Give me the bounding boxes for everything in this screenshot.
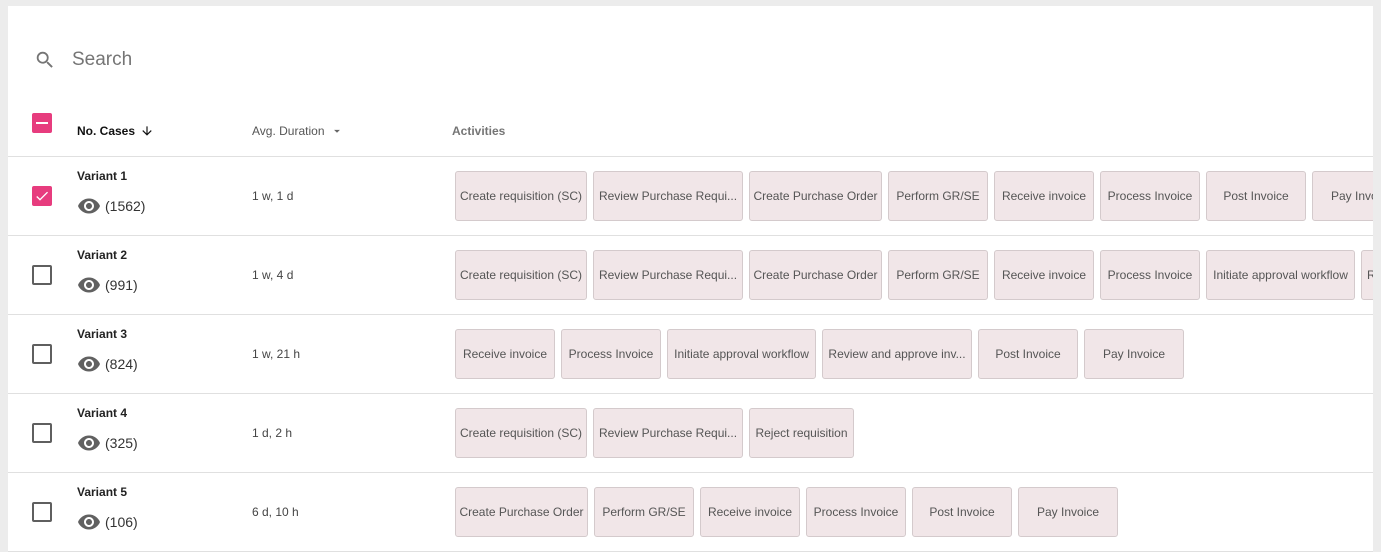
variant-name: Variant 1 (77, 169, 128, 183)
row-checkbox[interactable] (32, 423, 52, 443)
activity-chip[interactable]: Receive invoice (455, 329, 555, 379)
column-header-duration-label: Avg. Duration (252, 124, 325, 138)
column-header-activities-label: Activities (452, 124, 506, 138)
activity-chip[interactable]: Create Purchase Order (455, 487, 588, 537)
activity-chip[interactable]: Review and approve inv... (1361, 250, 1373, 300)
table-row[interactable]: Variant 1 (1562) 1 w, 1 d Create requisi… (8, 157, 1373, 236)
table-row[interactable]: Variant 4 (325) 1 d, 2 h Create requisit… (8, 394, 1373, 473)
column-header-activities: Activities (452, 124, 505, 138)
activity-chip[interactable]: Process Invoice (1100, 171, 1200, 221)
avg-duration: 1 w, 21 h (252, 347, 301, 361)
row-checkbox[interactable] (32, 502, 52, 522)
case-count: (991) (77, 273, 138, 297)
eye-icon[interactable] (77, 510, 101, 534)
activity-chip[interactable]: Review and approve inv... (822, 329, 972, 379)
activity-chip[interactable]: Perform GR/SE (594, 487, 694, 537)
case-count: (106) (77, 510, 138, 534)
activity-list: Create requisition (SC) Review Purchase … (455, 171, 1373, 221)
activity-chip[interactable]: Create Purchase Order (749, 171, 882, 221)
caret-down-icon (333, 129, 340, 133)
avg-duration: 1 w, 1 d (252, 189, 294, 203)
activity-chip[interactable]: Process Invoice (806, 487, 906, 537)
activity-chip[interactable]: Pay Invoice (1312, 171, 1373, 221)
activity-chip[interactable]: Post Invoice (978, 329, 1078, 379)
activity-chip[interactable]: Create Purchase Order (749, 250, 882, 300)
activity-chip[interactable]: Reject requisition (749, 408, 854, 458)
activity-chip[interactable]: Process Invoice (1100, 250, 1200, 300)
variant-name: Variant 2 (77, 248, 128, 262)
select-all-checkbox[interactable] (32, 113, 52, 133)
column-header-cases-label: No. Cases (77, 124, 136, 138)
activity-chip[interactable]: Create requisition (SC) (455, 408, 587, 458)
case-count-value: (824) (105, 356, 138, 372)
indeterminate-icon (36, 122, 48, 124)
activity-list: Create requisition (SC) Review Purchase … (455, 250, 1373, 300)
check-icon (36, 191, 48, 201)
row-checkbox[interactable] (32, 344, 52, 364)
table-header: No. Cases Avg. Duration Activities (8, 104, 1373, 157)
activity-chip[interactable]: Initiate approval workflow (667, 329, 816, 379)
activity-chip[interactable]: Review Purchase Requi... (593, 250, 743, 300)
activity-list: Create requisition (SC) Review Purchase … (455, 408, 854, 458)
activity-chip[interactable]: Initiate approval workflow (1206, 250, 1355, 300)
activity-list: Receive invoice Process Invoice Initiate… (455, 329, 1184, 379)
row-checkbox[interactable] (32, 265, 52, 285)
arrow-down-icon (142, 126, 152, 136)
activity-chip[interactable]: Perform GR/SE (888, 250, 988, 300)
activity-chip[interactable]: Receive invoice (994, 171, 1094, 221)
column-header-duration[interactable]: Avg. Duration (252, 124, 344, 138)
search-input[interactable] (72, 49, 472, 71)
activity-chip[interactable]: Receive invoice (994, 250, 1094, 300)
column-header-cases[interactable]: No. Cases (77, 124, 154, 138)
case-count-value: (991) (105, 277, 138, 293)
activity-chip[interactable]: Create requisition (SC) (455, 250, 587, 300)
activity-chip[interactable]: Perform GR/SE (888, 171, 988, 221)
row-checkbox[interactable] (32, 186, 52, 206)
table-row[interactable]: Variant 2 (991) 1 w, 4 d Create requisit… (8, 236, 1373, 315)
eye-icon[interactable] (77, 194, 101, 218)
activity-chip[interactable]: Post Invoice (1206, 171, 1306, 221)
table-row[interactable]: Variant 3 (824) 1 w, 21 h Receive invoic… (8, 315, 1373, 394)
avg-duration: 1 d, 2 h (252, 426, 293, 440)
variant-name: Variant 4 (77, 406, 128, 420)
variant-name: Variant 3 (77, 327, 128, 341)
eye-icon[interactable] (77, 431, 101, 455)
activity-chip[interactable]: Post Invoice (912, 487, 1012, 537)
activity-chip[interactable]: Pay Invoice (1018, 487, 1118, 537)
activity-chip[interactable]: Process Invoice (561, 329, 661, 379)
avg-duration: 6 d, 10 h (252, 505, 299, 519)
eye-icon[interactable] (77, 273, 101, 297)
avg-duration: 1 w, 4 d (252, 268, 294, 282)
case-count: (824) (77, 352, 138, 376)
activity-list: Create Purchase Order Perform GR/SE Rece… (455, 487, 1118, 537)
search-icon[interactable] (34, 49, 56, 71)
activity-chip[interactable]: Create requisition (SC) (455, 171, 587, 221)
case-count-value: (1562) (105, 198, 146, 214)
eye-icon[interactable] (77, 352, 101, 376)
activity-chip[interactable]: Receive invoice (700, 487, 800, 537)
case-count-value: (325) (105, 435, 138, 451)
search-bar (8, 6, 1373, 104)
variants-panel: No. Cases Avg. Duration Activities Varia… (8, 6, 1373, 552)
case-count: (325) (77, 431, 138, 455)
case-count: (1562) (77, 194, 145, 218)
case-count-value: (106) (105, 514, 138, 530)
variant-name: Variant 5 (77, 485, 128, 499)
activity-chip[interactable]: Review Purchase Requi... (593, 171, 743, 221)
activity-chip[interactable]: Review Purchase Requi... (593, 408, 743, 458)
activity-chip[interactable]: Pay Invoice (1084, 329, 1184, 379)
table-row[interactable]: Variant 5 (106) 6 d, 10 h Create Purchas… (8, 473, 1373, 552)
